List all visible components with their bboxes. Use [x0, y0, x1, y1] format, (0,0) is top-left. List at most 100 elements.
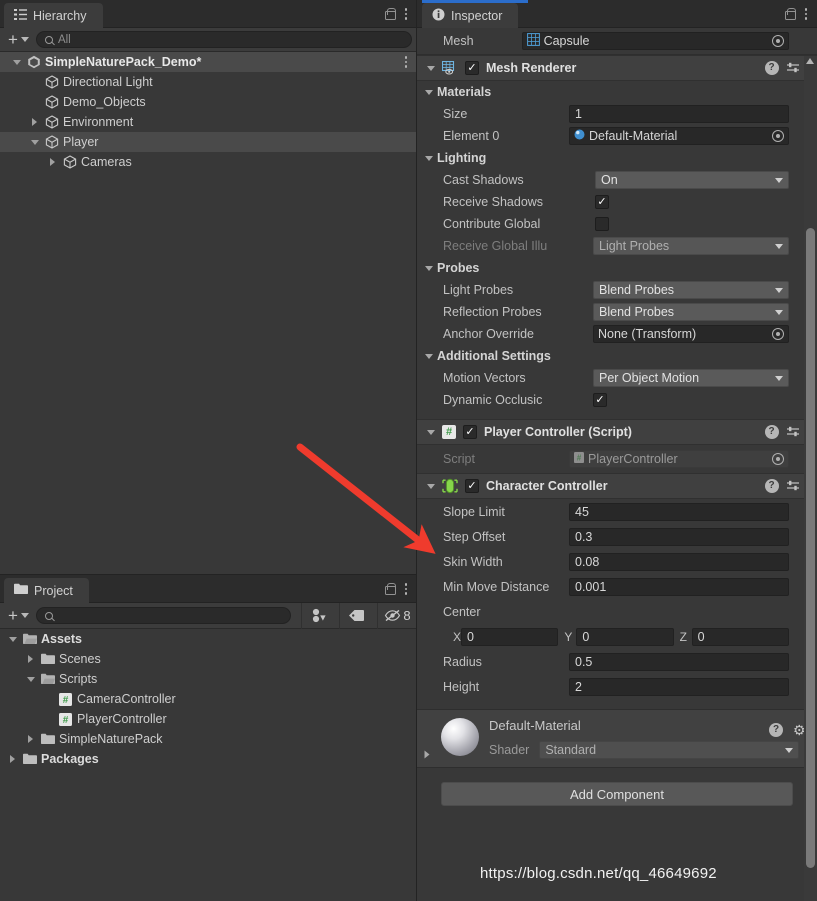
contribute-global-checkbox[interactable] [595, 217, 609, 231]
chevron-right-icon[interactable] [28, 655, 33, 663]
hierarchy-item-cameras[interactable]: Cameras [0, 152, 417, 172]
hierarchy-item-player[interactable]: Player [0, 132, 417, 152]
twirl-toggle[interactable] [10, 59, 23, 65]
element0-picker-icon[interactable] [772, 130, 784, 142]
lock-icon[interactable] [384, 583, 396, 595]
anchor-override-picker-icon[interactable] [772, 328, 784, 340]
center-z-input[interactable]: 0 [691, 627, 789, 646]
inspector-scrollbar-thumb[interactable] [806, 228, 815, 868]
center-x-input[interactable]: 0 [461, 627, 559, 646]
project-item-playercontroller[interactable]: # PlayerController [0, 709, 417, 729]
additional-settings-section-header[interactable]: Additional Settings [417, 345, 817, 367]
component-header-mesh-renderer[interactable]: ✓ Mesh Renderer ? [417, 55, 817, 81]
twirl-toggle[interactable] [24, 655, 37, 663]
anchor-override-object-field[interactable]: None (Transform) [593, 325, 789, 343]
chevron-down-icon[interactable] [30, 139, 39, 145]
mesh-renderer-enabled-checkbox[interactable]: ✓ [465, 61, 479, 75]
element0-object-field[interactable]: Default-Material [569, 127, 789, 145]
create-gameobject-button[interactable]: + [5, 31, 32, 48]
preset-icon[interactable] [786, 425, 800, 439]
min-move-distance-input[interactable]: 0.001 [569, 577, 789, 596]
project-item-assets[interactable]: Assets [0, 629, 417, 649]
chevron-down-icon[interactable] [26, 676, 35, 682]
hierarchy-menu-icon[interactable] [404, 8, 407, 20]
mesh-picker-icon[interactable] [772, 35, 784, 47]
motion-vectors-dropdown[interactable]: Per Object Motion [593, 369, 789, 387]
tab-hierarchy[interactable]: Hierarchy [4, 3, 103, 28]
twirl-toggle[interactable] [28, 139, 41, 145]
player-controller-enabled-checkbox[interactable]: ✓ [463, 425, 477, 439]
chevron-down-icon[interactable] [8, 636, 17, 642]
tab-project[interactable]: Project [4, 578, 89, 603]
size-input[interactable]: 1 [569, 105, 789, 123]
chevron-down-icon[interactable] [427, 483, 435, 489]
hierarchy-search-input[interactable]: All [35, 31, 412, 48]
chevron-down-icon[interactable] [425, 353, 433, 359]
chevron-right-icon[interactable] [424, 750, 430, 759]
inspector-menu-icon[interactable] [804, 8, 807, 20]
chevron-down-icon[interactable] [425, 155, 433, 161]
preset-icon[interactable] [786, 61, 800, 75]
twirl-toggle[interactable] [24, 735, 37, 743]
step-offset-input[interactable]: 0.3 [569, 527, 789, 546]
twirl-toggle[interactable] [28, 118, 41, 126]
help-icon[interactable]: ? [764, 61, 779, 75]
chevron-right-icon[interactable] [28, 735, 33, 743]
chevron-down-icon[interactable] [427, 65, 435, 71]
component-header-player-controller[interactable]: # ✓ Player Controller (Script) ? [417, 419, 817, 445]
chevron-down-icon[interactable] [425, 89, 433, 95]
shader-dropdown[interactable]: Standard [539, 741, 799, 759]
asset-filter-icon[interactable] [301, 602, 335, 629]
mesh-object-field[interactable]: Capsule [521, 32, 789, 50]
lock-icon[interactable] [384, 8, 396, 20]
twirl-toggle[interactable] [6, 636, 19, 642]
reflection-probes-dropdown[interactable]: Blend Probes [593, 303, 789, 321]
project-search-input[interactable] [35, 607, 291, 624]
help-icon[interactable]: ? [764, 425, 779, 439]
hierarchy-item-environment[interactable]: Environment [0, 112, 417, 132]
materials-section-header[interactable]: Materials [417, 81, 817, 103]
tab-inspector[interactable]: Inspector [422, 3, 519, 28]
dynamic-occlusion-checkbox[interactable]: ✓ [593, 393, 607, 407]
project-item-packages[interactable]: Packages [0, 749, 417, 769]
hierarchy-item-demo-objects[interactable]: Demo_Objects [0, 92, 417, 112]
inspector-scrollbar[interactable] [804, 56, 817, 901]
hidden-packages-icon[interactable]: 8 [377, 602, 417, 629]
project-item-scenes[interactable]: Scenes [0, 649, 417, 669]
project-item-scripts[interactable]: Scripts [0, 669, 417, 689]
cast-shadows-dropdown[interactable]: On [595, 171, 789, 189]
chevron-down-icon[interactable] [425, 265, 433, 271]
receive-shadows-checkbox[interactable]: ✓ [595, 195, 609, 209]
probes-section-header[interactable]: Probes [417, 257, 817, 279]
chevron-down-icon[interactable] [427, 429, 435, 435]
chevron-down-icon[interactable] [12, 59, 21, 65]
twirl-toggle[interactable] [6, 755, 19, 763]
lock-icon[interactable] [784, 8, 796, 20]
hierarchy-item-directional-light[interactable]: Directional Light [0, 72, 417, 92]
height-input[interactable]: 2 [569, 677, 789, 696]
add-component-button[interactable]: Add Component [441, 782, 793, 806]
twirl-toggle[interactable] [24, 676, 37, 682]
project-item-cameracontroller[interactable]: # CameraController [0, 689, 417, 709]
chevron-right-icon[interactable] [10, 755, 15, 763]
radius-input[interactable]: 0.5 [569, 652, 789, 671]
project-item-simplenaturepack[interactable]: SimpleNaturePack [0, 729, 417, 749]
help-icon[interactable]: ? [769, 722, 783, 737]
label-tag-icon[interactable] [339, 602, 373, 629]
scene-menu-icon[interactable] [404, 56, 407, 68]
center-y-input[interactable]: 0 [576, 627, 674, 646]
hierarchy-item-simplenaturepack-demo[interactable]: SimpleNaturePack_Demo* [0, 52, 417, 72]
twirl-toggle[interactable] [46, 158, 59, 166]
scroll-up-arrow-icon[interactable] [806, 58, 814, 64]
help-icon[interactable]: ? [764, 479, 779, 493]
lighting-section-header[interactable]: Lighting [417, 147, 817, 169]
preset-icon[interactable] [786, 479, 800, 493]
component-header-character-controller[interactable]: ✓ Character Controller ? [417, 473, 817, 499]
create-asset-button[interactable]: + [5, 607, 32, 624]
slope-limit-input[interactable]: 45 [569, 502, 789, 521]
project-menu-icon[interactable] [404, 583, 407, 595]
skin-width-input[interactable]: 0.08 [569, 552, 789, 571]
chevron-right-icon[interactable] [32, 118, 37, 126]
character-controller-enabled-checkbox[interactable]: ✓ [465, 479, 479, 493]
chevron-right-icon[interactable] [50, 158, 55, 166]
